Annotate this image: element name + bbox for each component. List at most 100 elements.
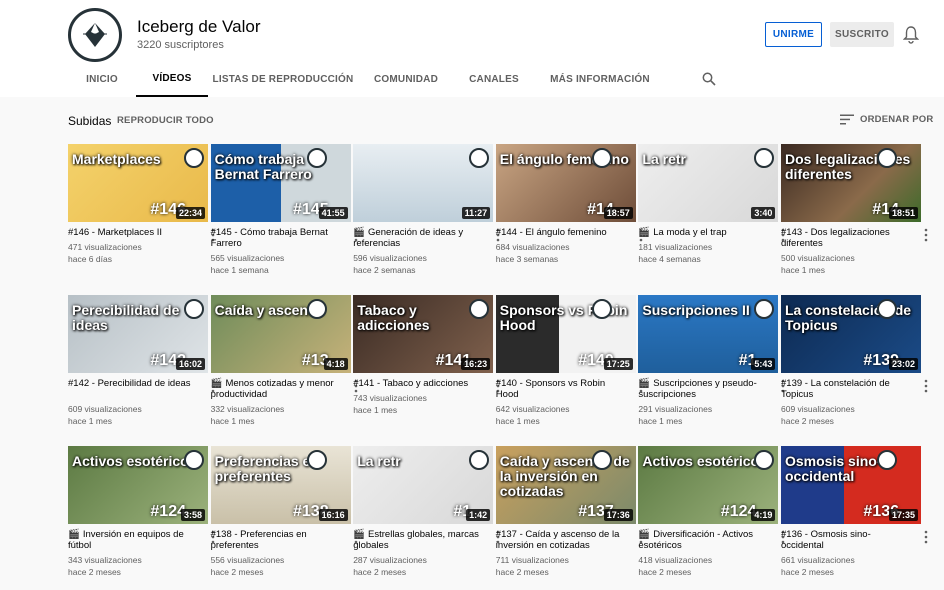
video-title[interactable]: #142 - Perecibilidad de ideas — [68, 378, 191, 389]
video-card[interactable]: El ángulo femenino #14 18:57 #144 - El ángu… — [495, 144, 643, 284]
join-button[interactable]: UNIRME — [765, 22, 822, 47]
search-icon[interactable] — [702, 72, 716, 86]
video-thumbnail[interactable]: Caída y ascenso #13 4:18 — [210, 295, 351, 373]
uploads-label[interactable]: Subidas — [68, 114, 111, 128]
video-card[interactable]: Activos esotéricos #124 3:58 🎬 Inversión en … — [68, 446, 215, 586]
video-title[interactable]: Inversión en equipos de fútbol — [68, 529, 184, 551]
video-title-row[interactable]: #138 - Preferencias en preferentes — [211, 529, 341, 551]
video-card[interactable]: Suscripciones II #1 5:43 🎬 Suscripciones y p… — [638, 295, 785, 435]
video-card[interactable]: Preferencias en preferentes #138 16:16 #138… — [210, 446, 357, 586]
video-title-row[interactable]: #146 - Marketplaces II — [68, 227, 198, 238]
more-options-icon[interactable] — [924, 379, 928, 393]
tab-inicio[interactable]: INICIO — [68, 62, 136, 97]
video-card[interactable]: Activos esotéricos #124 4:19 🎬 Diversificaci… — [638, 446, 785, 586]
tab-about[interactable]: MÁS INFORMACIÓN — [534, 62, 666, 97]
video-thumbnail[interactable]: Osmosis sino-occidental #136 17:35 — [781, 446, 921, 524]
video-thumbnail[interactable]: Suscripciones II #1 5:43 — [638, 295, 779, 373]
video-title-row[interactable]: #136 - Osmosis sino-occidental — [781, 529, 911, 551]
video-title-row[interactable]: 🎬 Inversión en equipos de fútbol — [68, 529, 198, 551]
subscribed-button[interactable]: SUSCRITO — [830, 22, 894, 47]
video-title-row[interactable]: #139 - La constelación de Topicus — [781, 378, 911, 400]
video-title[interactable]: #145 - Cómo trabaja Bernat Farrero — [211, 227, 328, 249]
video-thumbnail[interactable]: Tabaco y adicciones #141 16:23 — [353, 295, 494, 373]
video-title-row[interactable]: 🎬 Estrellas globales, marcas globales — [353, 529, 483, 551]
video-title[interactable]: #140 - Sponsors vs Robin Hood — [496, 378, 605, 400]
video-title-row[interactable]: #145 - Cómo trabaja Bernat Farrero — [211, 227, 341, 249]
video-title-row[interactable]: #137 - Caída y ascenso de la inversión e… — [496, 529, 626, 551]
video-thumbnail[interactable]: La retr #1 1:42 — [353, 446, 494, 524]
video-title[interactable]: La moda y el trap — [653, 227, 726, 238]
video-card[interactable]: Osmosis sino-occidental #136 17:35 #136 - O… — [781, 446, 928, 586]
video-card[interactable]: La constelación de Topicus #139 23:02 #139 … — [781, 295, 928, 435]
video-title[interactable]: Diversificación - Activos esotéricos — [638, 529, 753, 551]
tab-community[interactable]: COMUNIDAD — [358, 62, 454, 97]
video-thumbnail[interactable]: La retr 3:40 — [638, 144, 779, 222]
video-thumbnail[interactable]: Marketplaces #146 22:34 — [68, 144, 208, 222]
play-all-button[interactable]: REPRODUCIR TODO — [117, 115, 214, 126]
video-card[interactable]: 11:27 🎬 Generación de ideas y referencias 5… — [353, 144, 500, 284]
video-card[interactable]: Tabaco y adicciones #141 16:23 #141 - Tabac… — [353, 295, 500, 435]
more-options-icon[interactable] — [924, 228, 928, 242]
video-title-row[interactable]: 🎬 La moda y el trap — [638, 227, 768, 238]
upload-age: hace 6 días — [68, 254, 112, 264]
video-card[interactable]: Perecibilidad de ideas #142 16:02 #142 - Pe… — [68, 295, 215, 435]
video-thumbnail[interactable]: Caída y ascenso de la inversión en cotiz… — [495, 446, 636, 524]
video-thumbnail[interactable]: Dos legalizaciones diferentes #14 18:51 — [781, 144, 921, 222]
video-title[interactable]: #138 - Preferencias en preferentes — [211, 529, 307, 551]
video-card[interactable]: La retr 3:40 🎬 La moda y el trap 181 visuali… — [638, 144, 785, 284]
video-thumbnail[interactable]: 11:27 — [353, 144, 494, 222]
channel-logo-icon — [591, 148, 612, 168]
video-title-row[interactable]: 🎬 Generación de ideas y referencias — [353, 227, 483, 249]
video-thumbnail[interactable]: Activos esotéricos #124 3:58 — [68, 446, 208, 524]
video-title[interactable]: Estrellas globales, marcas globales — [353, 529, 479, 551]
video-thumbnail[interactable]: El ángulo femenino #14 18:57 — [495, 144, 636, 222]
video-title-row[interactable]: #141 - Tabaco y adicciones — [353, 378, 483, 389]
video-card[interactable]: Caída y ascenso de la inversión en cotiz… — [495, 446, 643, 586]
video-title[interactable]: #137 - Caída y ascenso de la inversión e… — [496, 529, 620, 551]
video-title[interactable]: Generación de ideas y referencias — [353, 227, 463, 249]
video-title[interactable]: #136 - Osmosis sino-occidental — [781, 529, 871, 551]
video-duration: 17:36 — [603, 509, 633, 521]
video-title-row[interactable]: 🎬 Suscripciones y pseudo-suscripciones — [638, 378, 768, 400]
thumbnail-text: La constelación de Topicus — [785, 302, 912, 333]
video-title[interactable]: #146 - Marketplaces II — [68, 227, 162, 238]
video-duration: 11:27 — [461, 207, 491, 219]
video-card[interactable]: Dos legalizaciones diferentes #14 18:51 #14… — [781, 144, 928, 284]
video-thumbnail[interactable]: Cómo trabaja Bernat Farrero #145 41:55 — [210, 144, 351, 222]
video-card[interactable]: Sponsors vs Robin Hood #140 17:25 #140 - Sp… — [495, 295, 643, 435]
video-card[interactable]: Marketplaces #146 22:34 #146 - Marketplaces… — [68, 144, 215, 284]
video-thumbnail[interactable]: Sponsors vs Robin Hood #140 17:25 — [495, 295, 636, 373]
video-card[interactable]: Caída y ascenso #13 4:18 🎬 Menos cotizadas y… — [210, 295, 357, 435]
more-options-icon[interactable] — [924, 530, 928, 544]
video-title-row[interactable]: 🎬 Menos cotizadas y menor productividad — [211, 378, 341, 400]
thumbnail-text: Dos legalizaciones diferentes — [785, 151, 911, 182]
sort-icon[interactable] — [840, 114, 854, 125]
view-count: 287 visualizaciones — [353, 555, 427, 565]
view-count: 711 visualizaciones — [495, 555, 569, 565]
video-thumbnail[interactable]: Perecibilidad de ideas #142 16:02 — [68, 295, 208, 373]
video-card[interactable]: Cómo trabaja Bernat Farrero #145 41:55 #145… — [210, 144, 357, 284]
sort-by-button[interactable]: ORDENAR POR — [860, 114, 933, 125]
video-title-row[interactable]: #144 - El ángulo femenino — [496, 227, 626, 238]
video-title[interactable]: #141 - Tabaco y adicciones — [353, 378, 468, 389]
video-title-row[interactable]: 🎬 Diversificación - Activos esotéricos — [638, 529, 768, 551]
tab-playlists[interactable]: LISTAS DE REPRODUCCIÓN — [208, 62, 358, 97]
video-title[interactable]: #143 - Dos legalizaciones diferentes — [781, 227, 890, 249]
video-thumbnail[interactable]: La constelación de Topicus #139 23:02 — [781, 295, 921, 373]
video-title[interactable]: Menos cotizadas y menor productividad — [211, 378, 334, 400]
video-title[interactable]: #144 - El ángulo femenino — [496, 227, 607, 238]
video-title[interactable]: #139 - La constelación de Topicus — [781, 378, 890, 400]
tab-videos[interactable]: VÍDEOS — [136, 62, 208, 97]
video-title-row[interactable]: #142 - Perecibilidad de ideas — [68, 378, 198, 389]
channel-avatar[interactable] — [68, 8, 122, 62]
video-title-row[interactable]: #143 - Dos legalizaciones diferentes — [781, 227, 911, 249]
view-count: 291 visualizaciones — [638, 404, 713, 414]
video-title-row[interactable]: #140 - Sponsors vs Robin Hood — [496, 378, 626, 400]
view-count: 418 visualizaciones — [638, 555, 713, 565]
video-card[interactable]: La retr #1 1:42 🎬 Estrellas globales, marcas… — [353, 446, 500, 586]
video-thumbnail[interactable]: Activos esotéricos #124 4:19 — [638, 446, 779, 524]
tab-channels[interactable]: CANALES — [454, 62, 534, 97]
video-title[interactable]: Suscripciones y pseudo-suscripciones — [638, 378, 756, 400]
video-thumbnail[interactable]: Preferencias en preferentes #138 16:16 — [210, 446, 351, 524]
bell-icon[interactable] — [903, 26, 919, 44]
